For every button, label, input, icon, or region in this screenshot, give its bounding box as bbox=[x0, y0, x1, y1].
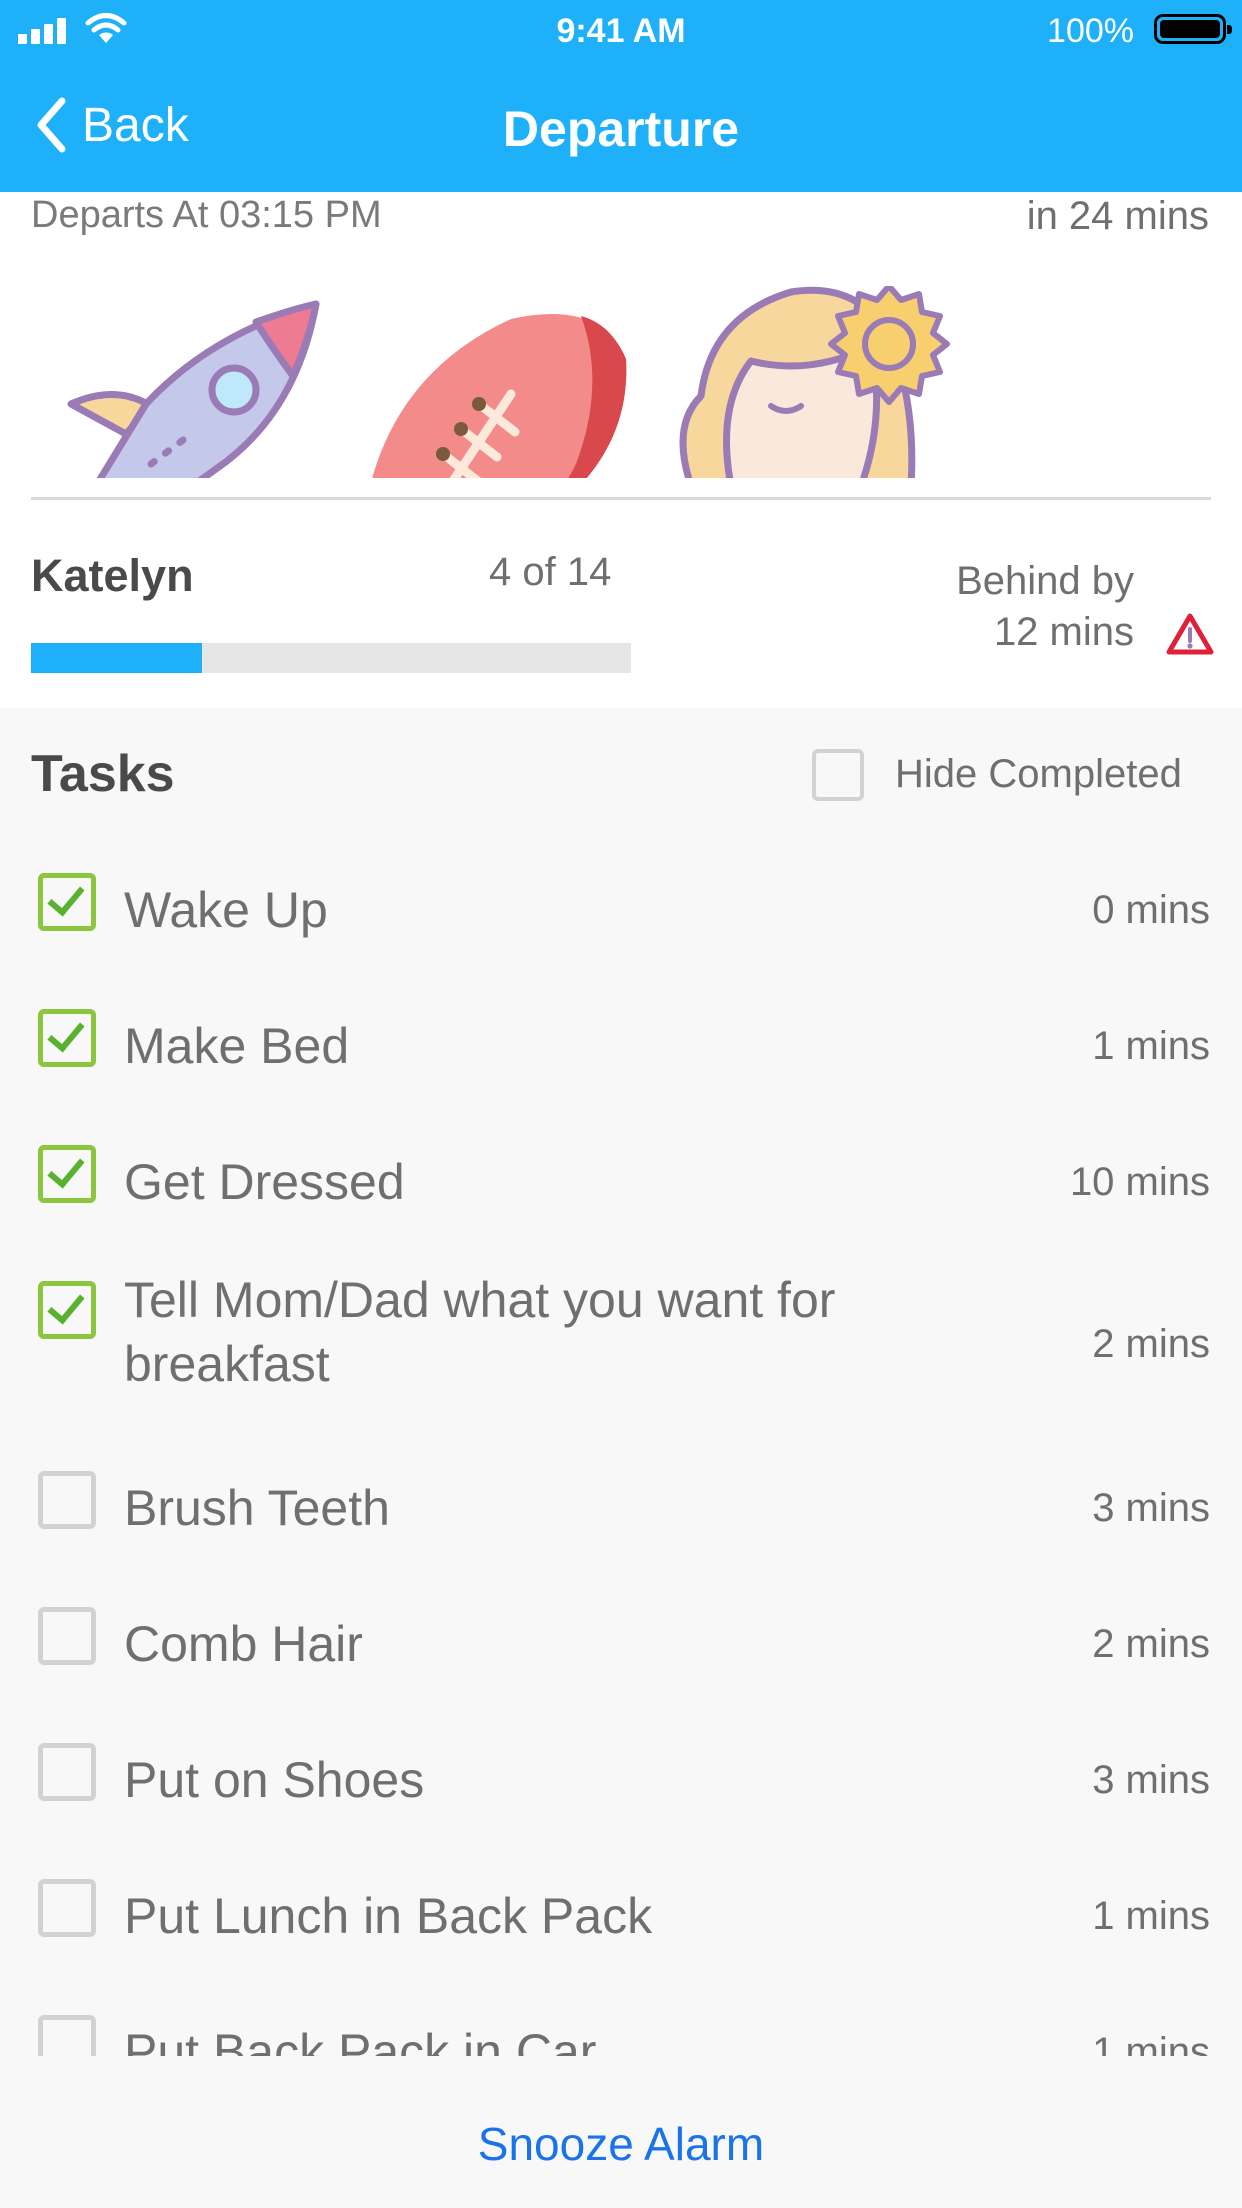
task-duration: 1 mins bbox=[1092, 1024, 1210, 1068]
task-name: Get Dressed bbox=[124, 1154, 405, 1210]
task-name: Tell Mom/Dad what you want for breakfast bbox=[124, 1272, 836, 1392]
child-icons-row bbox=[31, 286, 1211, 478]
task-checkbox-checked[interactable] bbox=[38, 1009, 96, 1067]
task-name: Put Back Pack in Car bbox=[124, 2024, 597, 2056]
task-duration: 1 mins bbox=[1092, 1894, 1210, 1938]
progress-count: 4 of 14 bbox=[489, 550, 612, 594]
behind-amount: 12 mins bbox=[993, 610, 1134, 654]
task-list: Wake Up 0 mins Make Bed 1 mins Get Dressed 10… bbox=[0, 820, 1242, 2056]
task-checkbox-unchecked[interactable] bbox=[38, 1607, 96, 1665]
departure-time: Departs At 03:15 PM bbox=[31, 194, 382, 236]
task-name: Brush Teeth bbox=[124, 1480, 390, 1536]
departure-countdown: in 24 mins bbox=[1026, 194, 1209, 238]
navigation-bar: Back Departure bbox=[0, 62, 1242, 192]
task-duration: 2 mins bbox=[1092, 1622, 1210, 1666]
battery-icon bbox=[1154, 14, 1232, 44]
header: 9:41 AM 100% Back Departure bbox=[0, 0, 1242, 192]
behind-schedule-text: Behind by 12 mins bbox=[956, 556, 1134, 658]
warning-icon bbox=[1166, 613, 1214, 655]
task-duration: 2 mins bbox=[1092, 1322, 1210, 1366]
task-name: Comb Hair bbox=[124, 1616, 363, 1672]
hide-completed-label[interactable]: Hide Completed bbox=[895, 752, 1182, 797]
task-checkbox-checked[interactable] bbox=[38, 1145, 96, 1203]
girl-sun-icon bbox=[679, 286, 950, 478]
task-name: Put Lunch in Back Pack bbox=[124, 1888, 653, 1944]
task-checkbox-checked[interactable] bbox=[38, 1281, 96, 1339]
task-checkbox-unchecked[interactable] bbox=[38, 1471, 96, 1529]
child-name: Katelyn bbox=[31, 550, 194, 601]
progress-bar bbox=[31, 643, 631, 673]
task-checkbox-unchecked[interactable] bbox=[38, 1879, 96, 1937]
snooze-alarm-button[interactable]: Snooze Alarm bbox=[0, 2117, 1242, 2171]
task-name: Make Bed bbox=[124, 1018, 350, 1074]
status-bar: 9:41 AM 100% bbox=[0, 0, 1242, 62]
task-duration: 1 mins bbox=[1092, 2030, 1210, 2056]
task-checkbox-unchecked[interactable] bbox=[38, 1743, 96, 1801]
task-duration: 3 mins bbox=[1092, 1486, 1210, 1530]
task-checkbox-checked[interactable] bbox=[38, 873, 96, 931]
behind-label: Behind by bbox=[956, 559, 1134, 603]
task-duration: 0 mins bbox=[1092, 888, 1210, 932]
progress-bar-fill bbox=[31, 643, 203, 673]
hide-completed-checkbox[interactable] bbox=[812, 749, 864, 801]
battery-percent: 100% bbox=[1047, 12, 1134, 50]
task-duration: 3 mins bbox=[1092, 1758, 1210, 1802]
task-checkbox-unchecked[interactable] bbox=[38, 2015, 96, 2056]
summary-divider bbox=[31, 497, 1211, 500]
task-duration: 10 mins bbox=[1069, 1160, 1210, 1204]
tasks-heading: Tasks bbox=[31, 745, 175, 803]
task-name: Wake Up bbox=[124, 882, 328, 938]
task-name: Put on Shoes bbox=[124, 1752, 425, 1808]
football-icon bbox=[372, 314, 627, 478]
page-title: Departure bbox=[502, 101, 740, 157]
rocket-icon bbox=[67, 300, 320, 478]
